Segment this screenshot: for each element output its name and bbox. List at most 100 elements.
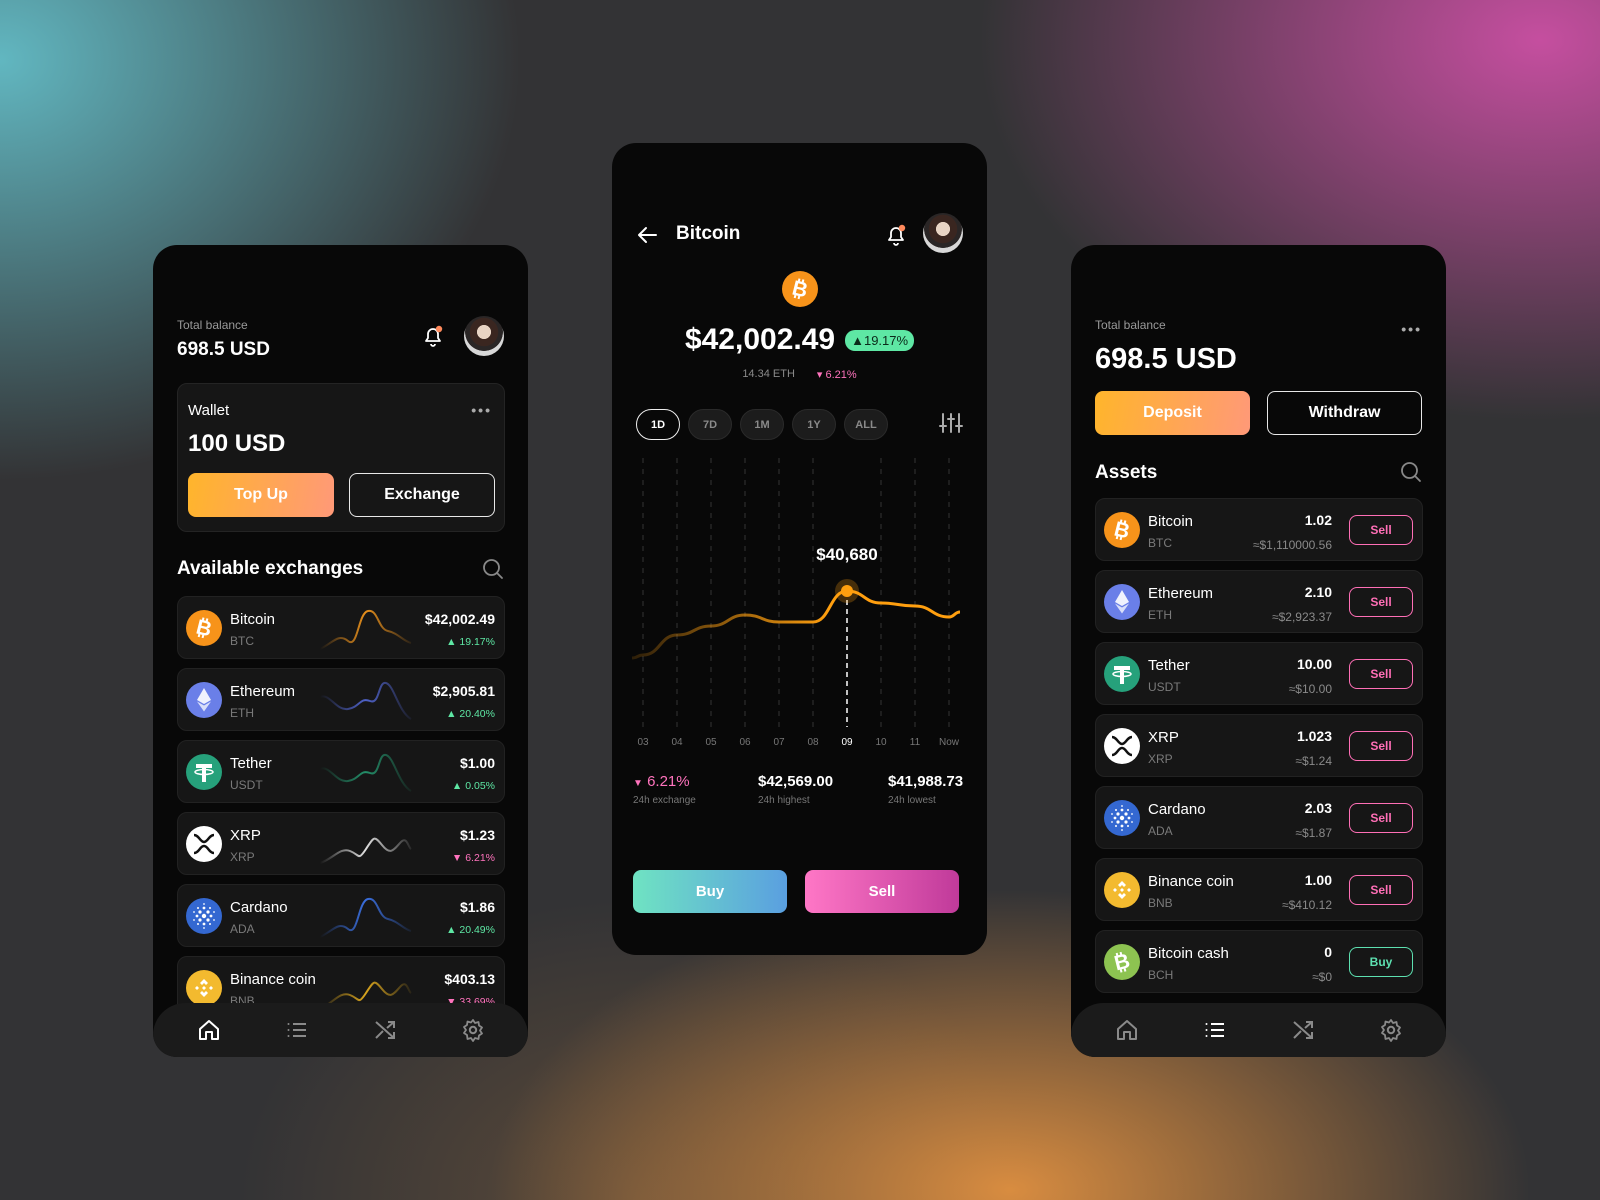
- total-balance: 698.5 USD: [1095, 343, 1237, 375]
- sell-button[interactable]: Sell: [1349, 515, 1413, 545]
- price-chart[interactable]: 03 04 05 06 07 08 09 10 11 Now $40,680: [612, 443, 987, 753]
- shuffle-icon[interactable]: [1291, 1018, 1315, 1042]
- asset-row[interactable]: XRP XRP 1.023 ≈$1.24 Sell: [1095, 714, 1423, 777]
- coin-name: Tether: [230, 755, 272, 772]
- binance-icon: [1104, 872, 1140, 908]
- x-tick-label: 10: [875, 737, 887, 748]
- stat-value: ▼ 6.21%: [633, 773, 690, 790]
- range-tab-7d[interactable]: 7D: [688, 409, 732, 440]
- coin-name: Bitcoin: [1148, 513, 1194, 530]
- stat-24h-lowest: $41,988.73 24h lowest: [888, 773, 963, 806]
- search-icon[interactable]: [1400, 461, 1422, 483]
- exchange-button[interactable]: Exchange: [349, 473, 495, 517]
- more-icon[interactable]: •••: [471, 402, 492, 418]
- withdraw-button[interactable]: Withdraw: [1267, 391, 1422, 435]
- eth-value: 14.34 ETH: [742, 368, 795, 380]
- back-arrow-icon[interactable]: [636, 224, 658, 246]
- top-up-button[interactable]: Top Up: [188, 473, 334, 517]
- deposit-button[interactable]: Deposit: [1095, 391, 1250, 435]
- list-icon[interactable]: [285, 1018, 309, 1042]
- asset-row[interactable]: Cardano ADA 2.03 ≈$1.87 Sell: [1095, 786, 1423, 849]
- coin-name: Bitcoin cash: [1148, 945, 1229, 962]
- bitcoin-cash-icon: B: [1104, 944, 1140, 980]
- exchange-row[interactable]: Cardano ADA $1.86 ▲ 20.49%: [177, 884, 505, 947]
- coin-price: $42,002.49: [424, 611, 495, 627]
- coin-ticker: BCH: [1148, 968, 1174, 982]
- ethereum-icon: [186, 682, 222, 718]
- exchange-row[interactable]: Ethereum ETH $2,905.81 ▲ 20.40%: [177, 668, 505, 731]
- coin-name: Binance coin: [230, 971, 316, 988]
- ethereum-icon: [1104, 584, 1140, 620]
- sell-button[interactable]: Sell: [805, 870, 959, 913]
- sell-button[interactable]: Sell: [1349, 731, 1413, 761]
- home-icon[interactable]: [197, 1018, 221, 1042]
- binance-icon: [186, 970, 222, 1006]
- asset-amount: 2.03: [1304, 800, 1332, 816]
- coin-ticker: XRP: [230, 850, 255, 864]
- settings-icon[interactable]: [461, 1018, 485, 1042]
- coin-change: ▲ 19.17%: [446, 636, 495, 648]
- total-balance-label: Total balance: [1095, 318, 1166, 332]
- filter-icon[interactable]: [939, 411, 963, 435]
- coin-ticker: XRP: [1148, 752, 1173, 766]
- stat-label: 24h exchange: [633, 795, 696, 806]
- stat-value-text: 6.21%: [647, 773, 690, 790]
- avatar[interactable]: [923, 213, 963, 253]
- coin-ticker: BTC: [1148, 536, 1172, 550]
- more-icon[interactable]: •••: [1401, 321, 1422, 337]
- coin-name: Tether: [1148, 657, 1190, 674]
- coin-price: $1.00: [459, 755, 495, 771]
- bitcoin-icon: B: [186, 610, 222, 646]
- sell-button[interactable]: Sell: [1349, 659, 1413, 689]
- asset-row[interactable]: Tether USDT 10.00 ≈$10.00 Sell: [1095, 642, 1423, 705]
- bottom-nav: [153, 1003, 528, 1057]
- range-tab-1y[interactable]: 1Y: [792, 409, 836, 440]
- asset-row[interactable]: B Bitcoin BTC 1.02 ≈$1,110000.56 Sell: [1095, 498, 1423, 561]
- coin-ticker: ADA: [1148, 824, 1173, 838]
- stat-value: $42,569.00: [758, 773, 833, 790]
- x-tick-label: 06: [739, 737, 751, 748]
- sell-button[interactable]: Sell: [1349, 875, 1413, 905]
- price-line: [631, 589, 961, 660]
- list-icon[interactable]: [1203, 1018, 1227, 1042]
- range-tab-1m[interactable]: 1M: [740, 409, 784, 440]
- sell-button[interactable]: Sell: [1349, 803, 1413, 833]
- search-icon[interactable]: [482, 558, 504, 580]
- exchange-row[interactable]: XRP XRP $1.23 ▼ 6.21%: [177, 812, 505, 875]
- stat-24h-highest: $42,569.00 24h highest: [758, 773, 833, 806]
- asset-row[interactable]: Binance coin BNB 1.00 ≈$410.12 Sell: [1095, 858, 1423, 921]
- buy-button[interactable]: Buy: [633, 870, 787, 913]
- avatar[interactable]: [464, 316, 504, 356]
- sparkline: [319, 754, 412, 792]
- sparkline: [319, 837, 412, 864]
- home-icon[interactable]: [1115, 1018, 1139, 1042]
- coin-change-value: 6.21%: [465, 852, 495, 864]
- range-tab-1d[interactable]: 1D: [636, 409, 680, 440]
- coin-name: XRP: [1148, 729, 1179, 746]
- xrp-icon: [186, 826, 222, 862]
- buy-button[interactable]: Buy: [1349, 947, 1413, 977]
- exchange-row[interactable]: B Bitcoin BTC $42,002.49 ▲ 19.17%: [177, 596, 505, 659]
- asset-row[interactable]: B Bitcoin cash BCH 0 ≈$0 Buy: [1095, 930, 1423, 993]
- coin-change-value: 20.49%: [459, 924, 495, 936]
- range-tab-all[interactable]: ALL: [844, 409, 888, 440]
- coin-ticker: USDT: [230, 778, 263, 792]
- asset-amount: 0: [1324, 944, 1332, 960]
- highlight-point[interactable]: [841, 585, 853, 597]
- x-tick-label: 11: [910, 737, 921, 748]
- shuffle-icon[interactable]: [373, 1018, 397, 1042]
- sub-stats: 14.34 ETH ▾ 6.21%: [612, 368, 987, 381]
- asset-row[interactable]: Ethereum ETH 2.10 ≈$2,923.37 Sell: [1095, 570, 1423, 633]
- cardano-icon: [1104, 800, 1140, 836]
- stat-value-text: $42,569.00: [758, 773, 834, 790]
- exchange-row[interactable]: Tether USDT $1.00 ▲ 0.05%: [177, 740, 505, 803]
- assets-screen: Total balance ••• 698.5 USD Deposit With…: [1071, 245, 1446, 1057]
- settings-icon[interactable]: [1379, 1018, 1403, 1042]
- asset-amount: 10.00: [1296, 656, 1332, 672]
- total-balance-label: Total balance: [177, 318, 248, 332]
- sell-button[interactable]: Sell: [1349, 587, 1413, 617]
- bell-icon[interactable]: [884, 223, 908, 247]
- bottom-nav: [1071, 1003, 1446, 1057]
- coin-price: $403.13: [444, 971, 495, 987]
- bell-icon[interactable]: [421, 324, 445, 348]
